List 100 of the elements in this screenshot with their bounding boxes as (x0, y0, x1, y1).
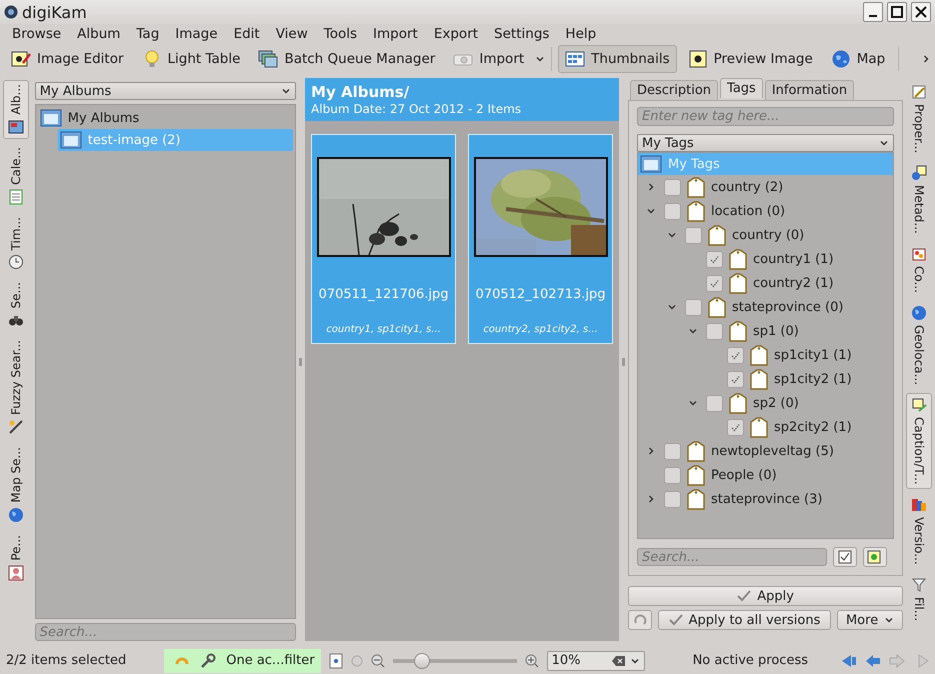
tab[interactable]: Information (764, 80, 854, 100)
album-title: My Albums/ (311, 83, 410, 101)
sidebar-tab[interactable]: Fuzzy Sear... (2, 336, 29, 440)
collapse-icon[interactable] (666, 302, 677, 312)
tag-checkbox[interactable] (664, 178, 681, 196)
file-name: 070512_102713.jpg (476, 287, 606, 302)
sidebar-tab[interactable]: Geoloca... (906, 301, 932, 390)
close-button[interactable] (911, 2, 931, 22)
toolbar-button[interactable]: Thumbnails (558, 45, 677, 73)
sidebar-tab[interactable]: Proper... (906, 80, 932, 158)
sidebar-tab[interactable]: Tim... (2, 212, 29, 274)
maximize-icon (891, 6, 903, 18)
menu-item[interactable]: View (268, 26, 316, 42)
apply-button[interactable]: Apply (628, 586, 904, 606)
menu-item[interactable]: Browse (4, 26, 70, 42)
tag-checkbox[interactable] (706, 250, 723, 268)
tag-checkbox[interactable] (706, 322, 723, 340)
apply-all-button[interactable]: Apply to all versions (658, 610, 831, 630)
menu-item[interactable]: Settings (486, 26, 558, 42)
toolbar-button[interactable]: Import (446, 45, 532, 73)
check-icon (730, 350, 740, 360)
folder-tree-item[interactable]: My Albums (38, 107, 294, 129)
toolbar-button[interactable]: Map (824, 45, 892, 73)
menu-item[interactable]: Help (557, 26, 604, 42)
tag-label: country (2) (710, 180, 784, 194)
tag-checkbox[interactable] (664, 490, 681, 508)
minimize-icon (869, 15, 877, 17)
globe-icon (8, 507, 24, 523)
tag-dropdown[interactable]: My Tags (636, 134, 894, 152)
menu-item[interactable]: Album (69, 26, 128, 42)
collapse-icon[interactable] (646, 206, 656, 216)
dropdown-icon[interactable] (535, 54, 546, 64)
more-button[interactable]: More (836, 610, 904, 630)
tag-checkbox[interactable] (726, 370, 744, 388)
tag-checkbox[interactable] (706, 394, 723, 412)
checkbox-icon (838, 550, 852, 564)
tag-checkbox[interactable] (664, 466, 681, 484)
tab[interactable]: Tags (720, 78, 763, 98)
menu-item[interactable]: Tools (316, 26, 366, 42)
zoom-combo[interactable]: 10% (546, 650, 645, 670)
collapse-icon[interactable] (688, 326, 698, 336)
sidebar-tab[interactable]: Cale... (2, 142, 29, 209)
tag-checkbox[interactable] (706, 274, 723, 292)
album-folder-icon (60, 131, 82, 149)
tab[interactable]: Description (630, 80, 718, 100)
sidebar-tab[interactable]: Versio... (906, 492, 932, 569)
album-dropdown[interactable]: My Albums (34, 82, 296, 100)
sidebar-tab[interactable]: Fil... (906, 572, 932, 625)
more-tools-icon[interactable] (921, 54, 931, 64)
tag-icon (750, 416, 768, 438)
toolbar-button[interactable]: Preview Image (680, 45, 820, 73)
menu-item[interactable]: Import (365, 26, 426, 42)
tag-checkbox[interactable] (726, 346, 744, 364)
revert-button[interactable] (628, 610, 652, 630)
collapse-icon[interactable] (688, 398, 698, 408)
app-logo-icon (4, 5, 18, 19)
tag-search-field[interactable]: Search... (636, 548, 827, 566)
tag-checkbox[interactable] (684, 298, 702, 316)
tag-label: sp1 (0) (752, 324, 799, 338)
toolbar-button[interactable]: Batch Queue Manager (251, 45, 442, 73)
menu-item[interactable]: Edit (226, 26, 268, 42)
chevron-down-icon[interactable] (281, 86, 292, 96)
tag-checkbox[interactable] (726, 418, 744, 436)
splitter-handle-icon[interactable] (299, 358, 302, 366)
maximize-button[interactable] (887, 2, 907, 22)
zoom-out-icon[interactable] (370, 654, 385, 668)
menu-item[interactable]: Export (426, 26, 486, 42)
chevron-down-icon[interactable] (879, 138, 890, 148)
image-tag-icon (911, 397, 928, 414)
tag-checkbox[interactable] (684, 226, 702, 244)
sidebar-tab[interactable]: Map Se... (2, 443, 29, 527)
thumbnails-grid-icon (565, 49, 586, 69)
tag-checkbox[interactable] (664, 202, 681, 220)
album-label: test-image (2) (88, 132, 180, 148)
tag-icon (686, 440, 705, 462)
back-arrow-icon[interactable] (865, 654, 881, 668)
clear-icon[interactable] (612, 654, 626, 666)
sidebar-tab[interactable]: Se... (2, 278, 29, 332)
collapse-icon[interactable] (666, 230, 677, 240)
tag-assign-button[interactable] (832, 547, 857, 567)
menu-item[interactable]: Image (167, 26, 226, 42)
menu-item[interactable]: Tag (128, 26, 168, 42)
toolbar-button[interactable]: Image Editor (4, 45, 131, 73)
minimize-button[interactable] (863, 2, 883, 22)
sidebar-tab[interactable]: Pe... (2, 531, 29, 585)
new-tag-field[interactable]: Enter new tag here... (636, 107, 894, 126)
first-arrow-icon[interactable] (841, 654, 857, 668)
search-field[interactable]: Search... (34, 623, 296, 641)
zoom-in-icon[interactable] (524, 654, 539, 668)
sidebar-tab[interactable]: Metad... (906, 161, 932, 238)
tag-checkbox[interactable] (664, 442, 681, 460)
zoom-slider-thumb[interactable] (414, 652, 430, 668)
sidebar-tab[interactable]: Alb... (2, 80, 29, 139)
tag-icon (686, 176, 705, 198)
toolbar-button[interactable]: Light Table (134, 45, 248, 73)
splitter-handle-icon[interactable] (622, 358, 626, 366)
sidebar-tab[interactable]: Caption/T... (906, 393, 932, 489)
tags-folder-icon (640, 155, 662, 173)
sidebar-tab[interactable]: Co... (906, 242, 932, 298)
tag-add-button[interactable] (862, 547, 887, 567)
